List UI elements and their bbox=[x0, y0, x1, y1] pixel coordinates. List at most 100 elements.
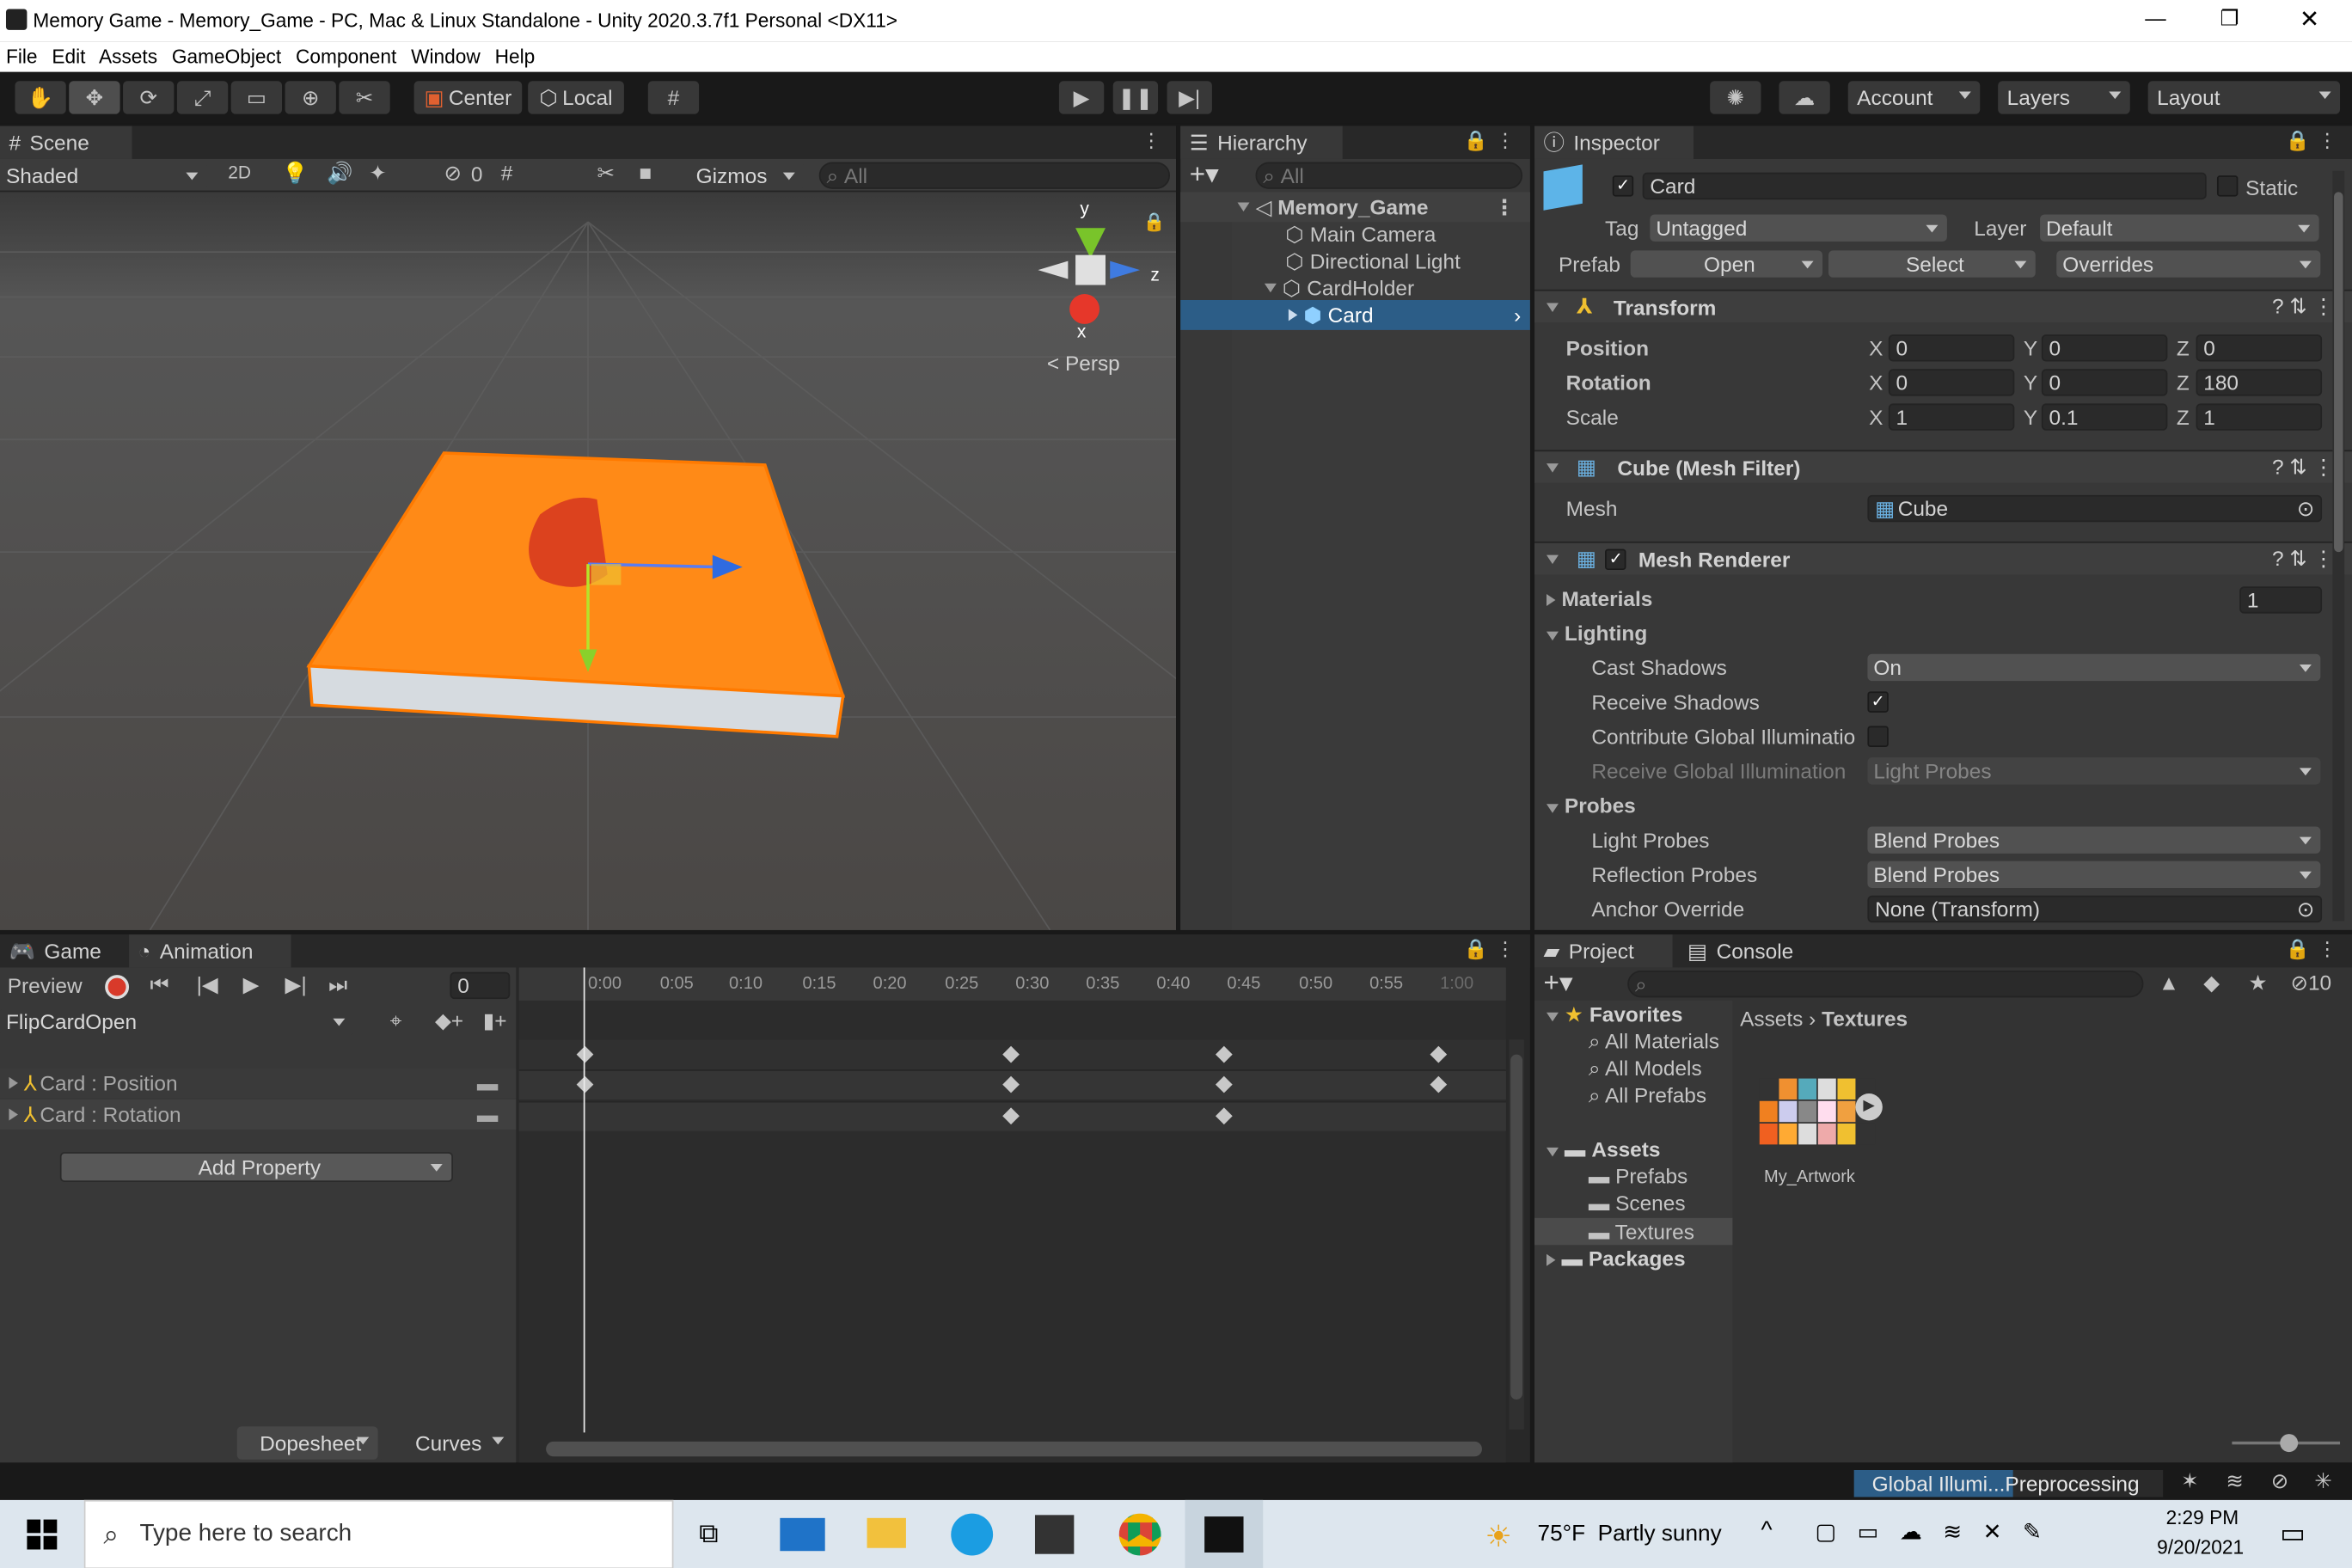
camera-icon[interactable]: ■ bbox=[639, 161, 652, 185]
lighting-foldout[interactable]: Lighting bbox=[1546, 621, 1647, 645]
tab-hierarchy[interactable]: ☰ Hierarchy bbox=[1180, 126, 1343, 159]
create-button[interactable]: +▾ bbox=[1190, 159, 1219, 191]
last-key-button[interactable]: ⏭ bbox=[328, 972, 347, 998]
receive-shadows-checkbox[interactable]: ✓ bbox=[1867, 691, 1889, 713]
tab-project[interactable]: ▰ Project bbox=[1534, 934, 1673, 968]
rect-tool-icon[interactable]: ▭ bbox=[230, 81, 283, 114]
assets-folder[interactable]: ▬ Assets bbox=[1546, 1137, 1660, 1161]
tag-dropdown[interactable]: Untagged bbox=[1650, 214, 1947, 242]
static-checkbox[interactable] bbox=[2216, 175, 2239, 197]
kebab-menu-icon[interactable]: ⋮ bbox=[1496, 938, 1516, 962]
scene-search-input[interactable]: ⌕ All bbox=[818, 162, 1171, 189]
layer-dropdown[interactable]: Default bbox=[2040, 214, 2319, 242]
audio-toggle-icon[interactable]: 🔊 bbox=[327, 161, 352, 187]
effects-toggle-icon[interactable]: ✦ bbox=[369, 161, 386, 187]
filter-keys-icon[interactable]: ⌖ bbox=[390, 1008, 402, 1034]
kebab-menu-icon[interactable]: ⋮ bbox=[1496, 129, 1516, 153]
step-button[interactable]: ▶| bbox=[1167, 81, 1212, 114]
hierarchy-item-cardholder[interactable]: ⬡ CardHolder bbox=[1180, 273, 1530, 303]
minimize-button[interactable]: — bbox=[2145, 6, 2165, 30]
menu-help[interactable]: Help bbox=[495, 45, 536, 67]
tab-inspector[interactable]: ⓘ Inspector bbox=[1534, 126, 1694, 159]
property-row-position[interactable]: ⅄ Card : Position ▬ bbox=[0, 1068, 517, 1099]
next-key-button[interactable]: ▶| bbox=[285, 972, 307, 998]
lock-icon[interactable]: 🔒 bbox=[1464, 938, 1488, 962]
cloud-icon[interactable]: ☁ bbox=[1779, 81, 1830, 114]
windows-start-icon[interactable] bbox=[27, 1519, 58, 1550]
clip-dropdown[interactable]: FlipCardOpen bbox=[0, 1008, 354, 1035]
reflection-probes-dropdown[interactable]: Blend Probes bbox=[1867, 861, 2321, 888]
grid-snap-icon[interactable]: # bbox=[647, 81, 700, 114]
hierarchy-item-directional-light[interactable]: ⬡ Directional Light bbox=[1180, 246, 1530, 276]
rotation-z-field[interactable]: 180 bbox=[2196, 369, 2323, 396]
tab-scene[interactable]: # Scene bbox=[0, 126, 132, 159]
tools-icon[interactable]: ✂ bbox=[597, 161, 614, 187]
store-icon[interactable] bbox=[1034, 1515, 1075, 1554]
lock-icon[interactable]: 🔒 bbox=[1464, 129, 1488, 153]
menu-assets[interactable]: Assets bbox=[99, 45, 157, 67]
tray-icons[interactable]: ▢▭☁≋✕✎ bbox=[1815, 1518, 2062, 1546]
hand-tool-icon[interactable]: ✋ bbox=[15, 81, 66, 114]
record-button[interactable] bbox=[105, 975, 130, 1000]
layout-dropdown[interactable]: Layout bbox=[2147, 81, 2341, 114]
curves-tab[interactable]: Curves bbox=[377, 1426, 513, 1460]
position-z-field[interactable]: 0 bbox=[2196, 334, 2323, 362]
play-sprite-icon[interactable]: ▶ bbox=[1855, 1093, 1883, 1121]
fav-all-models[interactable]: ⌕ All Models bbox=[1589, 1056, 1702, 1081]
favorites-folder[interactable]: ★ Favorites bbox=[1546, 1002, 1682, 1028]
collab-icon[interactable]: ✺ bbox=[1710, 81, 1761, 114]
mesh-filter-header[interactable]: ▦ Cube (Mesh Filter)? ⇅ ⋮ bbox=[1534, 450, 2352, 483]
taskbar-search-box[interactable]: ⌕ Type here to search bbox=[83, 1499, 674, 1568]
position-x-field[interactable]: 0 bbox=[1888, 334, 2015, 362]
contribute-gi-checkbox[interactable] bbox=[1867, 726, 1889, 747]
active-checkbox[interactable]: ✓ bbox=[1612, 175, 1634, 197]
object-name-field[interactable]: Card bbox=[1642, 172, 2207, 200]
folder-scenes[interactable]: ▬ Scenes bbox=[1589, 1191, 1686, 1215]
rotate-tool-icon[interactable]: ⟳ bbox=[123, 81, 175, 114]
debug-icon[interactable]: ⊘ bbox=[2271, 1468, 2288, 1494]
scale-tool-icon[interactable]: ⤢ bbox=[176, 81, 229, 114]
timeline-vscrollbar[interactable] bbox=[1509, 1039, 1524, 1430]
frame-field[interactable]: 0 bbox=[450, 971, 511, 1000]
move-tool-icon[interactable]: ✥ bbox=[69, 81, 120, 114]
cache-icon[interactable]: ≋ bbox=[2226, 1468, 2243, 1494]
visibility-icon[interactable]: ⊘ bbox=[444, 161, 461, 187]
lock-icon[interactable]: 🔒 bbox=[2286, 129, 2310, 153]
mesh-object-field[interactable]: ▦ Cube ⊙ bbox=[1867, 494, 2323, 523]
mesh-renderer-header[interactable]: ▦ ✓ Mesh Renderer? ⇅ ⋮ bbox=[1534, 541, 2352, 575]
account-dropdown[interactable]: Account bbox=[1847, 81, 1981, 114]
play-anim-button[interactable]: ▶ bbox=[243, 972, 260, 998]
pause-button[interactable]: ❚❚ bbox=[1112, 81, 1159, 114]
packages-folder[interactable]: ▬ Packages bbox=[1546, 1246, 1686, 1271]
scale-y-field[interactable]: 0.1 bbox=[2041, 403, 2168, 431]
create-asset-button[interactable]: +▾ bbox=[1544, 967, 1573, 999]
fav-all-materials[interactable]: ⌕ All Materials bbox=[1589, 1029, 1733, 1055]
prev-key-button[interactable]: |◀ bbox=[197, 972, 218, 998]
hierarchy-scene-row[interactable]: ◁ Memory_Game ⋮ bbox=[1180, 192, 1530, 223]
fav-all-prefabs[interactable]: ⌕ All Prefabs bbox=[1589, 1083, 1706, 1109]
close-button[interactable]: ✕ bbox=[2300, 4, 2319, 34]
hierarchy-item-main-camera[interactable]: ⬡ Main Camera bbox=[1180, 219, 1530, 249]
hidden-packages-icon[interactable]: ⊘10 bbox=[2290, 971, 2331, 996]
scale-z-field[interactable]: 1 bbox=[2196, 403, 2323, 431]
position-y-field[interactable]: 0 bbox=[2041, 334, 2168, 362]
menu-file[interactable]: File bbox=[6, 45, 38, 67]
persp-label[interactable]: < Persp bbox=[1047, 352, 1120, 376]
edge-icon[interactable] bbox=[951, 1513, 994, 1556]
scene-viewport[interactable]: y z x 🔒 < Persp bbox=[0, 192, 1177, 930]
folder-prefabs[interactable]: ▬ Prefabs bbox=[1589, 1164, 1687, 1188]
cast-shadows-dropdown[interactable]: On bbox=[1867, 653, 2321, 682]
custom-tool-icon[interactable]: ✂ bbox=[339, 81, 390, 114]
lock-icon[interactable]: 🔒 bbox=[2286, 938, 2310, 962]
first-key-button[interactable]: ⏮ bbox=[150, 972, 168, 998]
tab-console[interactable]: ▤ Console bbox=[1678, 934, 1823, 968]
favorite-icon[interactable]: ★ bbox=[2249, 971, 2268, 996]
auto-generate-icon[interactable]: ✶ bbox=[2181, 1468, 2198, 1494]
grid-toggle-icon[interactable]: # bbox=[501, 161, 513, 185]
menu-component[interactable]: Component bbox=[296, 45, 396, 67]
kebab-menu-icon[interactable]: ⋮ bbox=[2318, 129, 2337, 153]
add-keyframe-icon[interactable]: ◆+ bbox=[435, 1008, 463, 1034]
menu-gameobject[interactable]: GameObject bbox=[172, 45, 281, 67]
kebab-menu-icon[interactable]: ⋮ bbox=[1142, 129, 1161, 153]
search-by-type-icon[interactable]: ▲ bbox=[2159, 971, 2179, 995]
